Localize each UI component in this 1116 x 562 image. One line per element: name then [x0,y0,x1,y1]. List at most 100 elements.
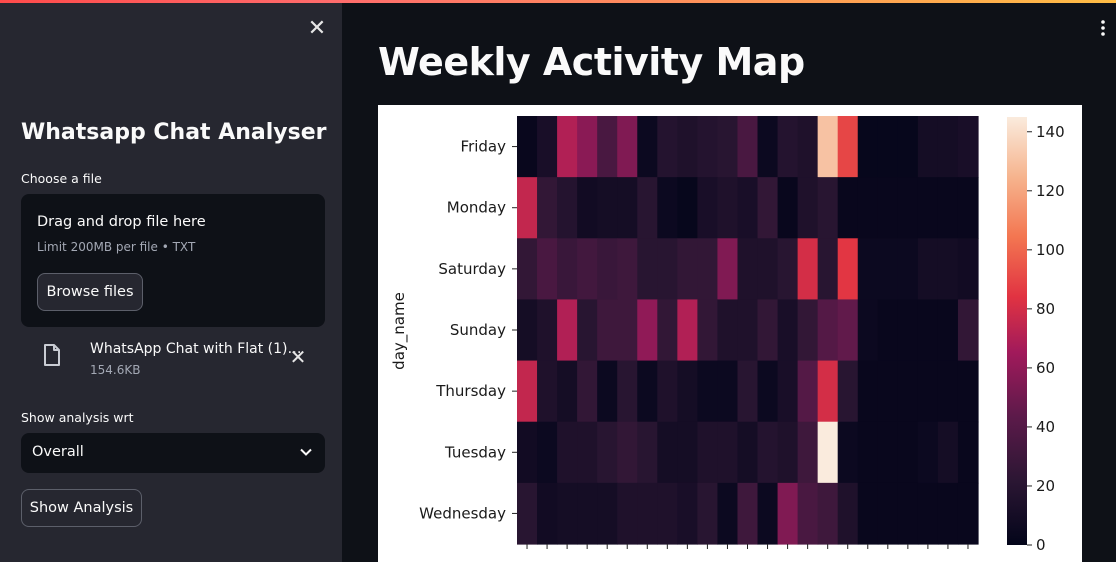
browse-files-button[interactable]: Browse files [37,273,143,311]
heatmap-cell [897,116,919,178]
colorbar-tick-label: 60 [1036,359,1055,377]
heatmap-cell [777,482,799,545]
heatmap-cell [777,360,799,423]
heatmap-cell [677,421,698,484]
heatmap-cell [957,116,979,178]
heatmap-cell [717,421,739,484]
heatmap-cell [777,299,799,362]
heatmap-cell [757,360,779,423]
heatmap-cell [557,360,578,423]
heatmap-cell [537,299,558,362]
heatmap-cell [797,299,819,362]
y-axis-ticks: Friday Monday Saturday Sunday Thursday Tuesda… [419,138,517,522]
heatmap-cell [937,238,959,301]
file-dropzone[interactable]: Drag and drop file here Limit 200MB per … [21,194,325,327]
heatmap-cell [857,116,879,178]
heatmap-cell [857,421,879,484]
heatmap-cell [957,177,979,239]
uploaded-file-item: WhatsApp Chat with Flat (1)… 154.6KB ✕ [21,334,325,384]
heatmap-cell [877,177,899,239]
heatmap-cell [657,421,678,484]
heatmap-cell [797,482,819,545]
top-decoration-bar [0,0,1116,3]
heatmap-cell [957,238,979,301]
heatmap-cell [637,360,658,423]
heatmap-cell [597,421,618,484]
heatmap-cell [917,482,939,545]
heatmap-cell [737,482,759,545]
select-value: Overall [32,444,84,460]
heatmap-cell [717,299,739,362]
heatmap-cell [917,116,939,178]
heatmap-cell [637,177,658,239]
page-title: Weekly Activity Map [378,40,805,84]
heatmap-cell [637,482,658,545]
heatmap-cell [577,421,598,484]
heatmap-cell [677,116,698,178]
show-analysis-button[interactable]: Show Analysis [21,489,142,527]
heatmap-cell [677,177,698,239]
heatmap-cell [597,299,618,362]
file-uploader-label: Choose a file [21,171,102,186]
y-tick-label: Wednesday [419,504,506,522]
heatmap-cell [517,299,538,362]
heatmap-cell [717,482,739,545]
heatmap-cell [817,482,839,545]
heatmap-cell [937,360,959,423]
heatmap-cell [837,177,859,239]
heatmap-cell [957,482,979,545]
sidebar-title: Whatsapp Chat Analyser [21,120,327,145]
heatmap-cell [777,116,799,178]
heatmap-cell [937,421,959,484]
dropzone-title: Drag and drop file here [37,214,206,230]
y-tick-label: Tuesday [444,443,506,461]
colorbar-tick-label: 140 [1036,123,1065,141]
heatmap-cell [537,421,558,484]
heatmap-cell [857,177,879,239]
heatmap-cell [797,360,819,423]
heatmap-cell [777,177,799,239]
heatmap-cell [617,238,638,301]
heatmap-cell [937,116,959,178]
heatmap-cell [837,482,859,545]
heatmap-cell [837,116,859,178]
heatmap-cell [657,299,678,362]
kebab-menu-icon[interactable] [1098,18,1108,38]
heatmap-cell [817,238,839,301]
colorbar [1007,117,1027,545]
heatmap-cell [577,360,598,423]
colorbar-tick-label: 20 [1036,477,1055,495]
heatmap-cell [717,177,739,239]
heatmap-cell [797,421,819,484]
y-tick-label: Monday [447,199,506,217]
remove-file-icon[interactable]: ✕ [287,346,309,368]
heatmap-cell [697,482,719,545]
heatmap-cell [877,238,899,301]
y-tick-label: Friday [461,138,507,156]
heatmap-cell [917,360,939,423]
heatmap-cell [877,360,899,423]
y-tick-label: Sunday [450,321,506,339]
heatmap-cell [837,421,859,484]
heatmap-cell [577,238,598,301]
heatmap-cell [897,482,919,545]
heatmap-cell [677,299,698,362]
heatmap-cell [637,421,658,484]
heatmap-cell [577,177,598,239]
heatmap-cell [757,421,779,484]
analysis-user-select[interactable]: Overall [21,433,325,473]
heatmap-cell [537,360,558,423]
heatmap-cell [537,482,558,545]
heatmap-cells [517,116,979,545]
heatmap-cell [897,299,919,362]
close-icon[interactable]: ✕ [304,16,330,42]
heatmap-cell [657,238,678,301]
heatmap-cell [937,177,959,239]
heatmap-cell [957,360,979,423]
colorbar-tick-label: 0 [1036,536,1046,554]
heatmap-cell [877,116,899,178]
heatmap-cell [697,116,719,178]
heatmap-cell [717,116,739,178]
heatmap-cell [957,421,979,484]
heatmap-cell [937,299,959,362]
